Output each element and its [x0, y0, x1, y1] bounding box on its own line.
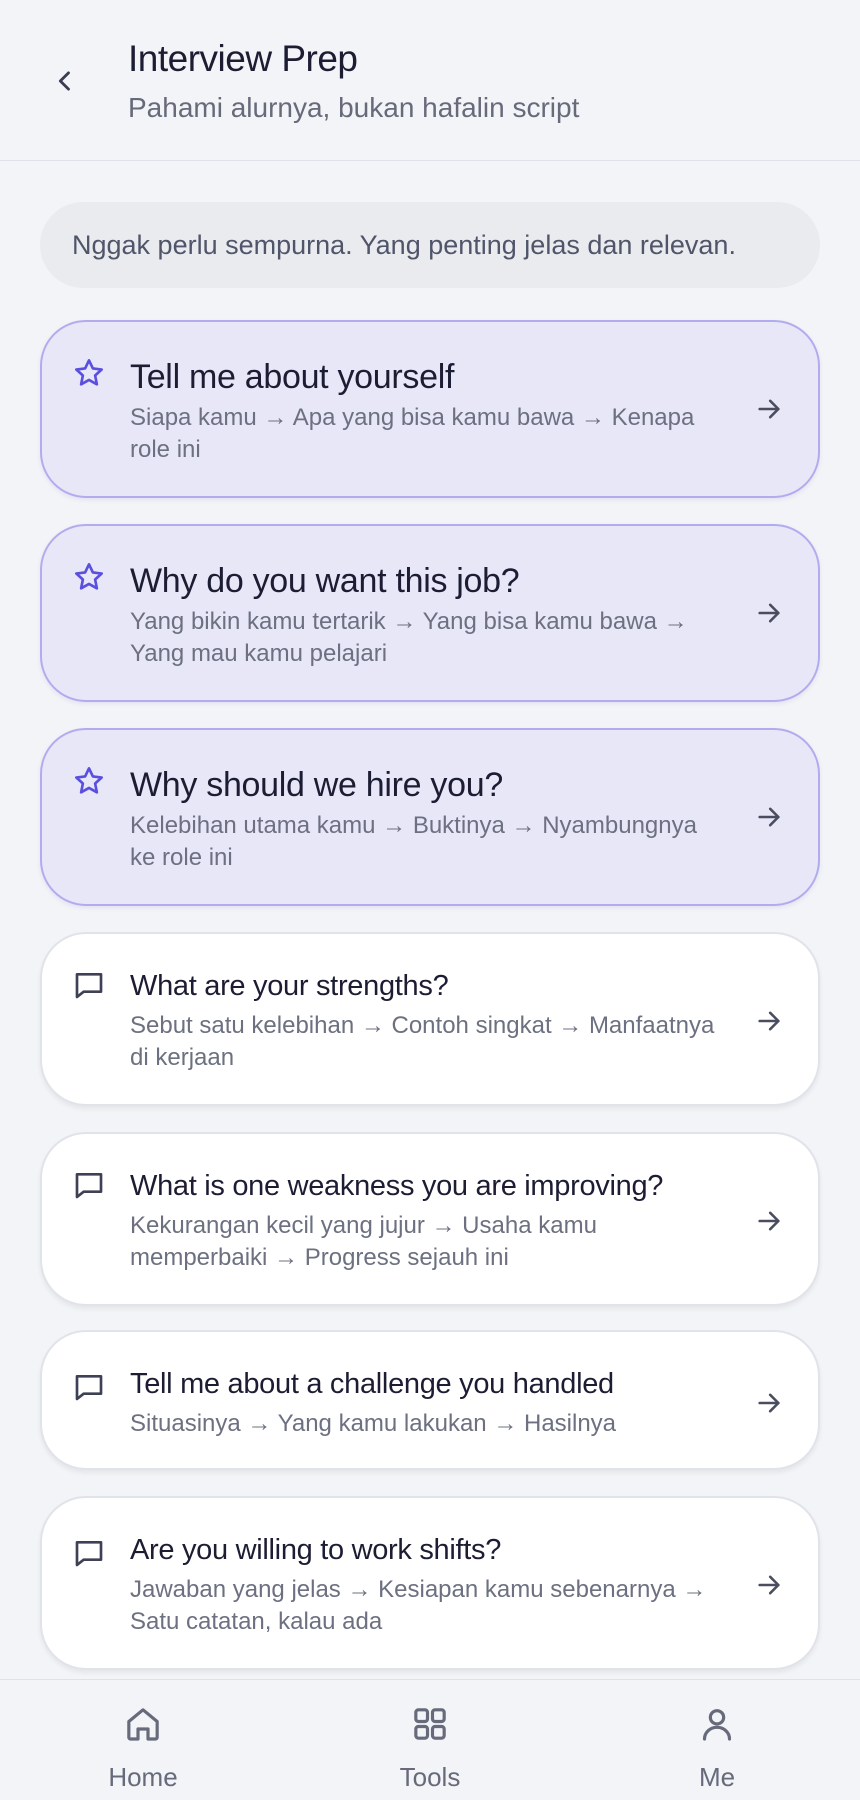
header: Interview Prep Pahami alurnya, bukan haf…	[0, 0, 860, 161]
arrow-right-icon	[752, 1204, 786, 1238]
question-desc: Siapa kamu → Apa yang bisa kamu bawa → K…	[130, 404, 695, 463]
question-title: Tell me about yourself	[130, 358, 455, 396]
question-title: Tell me about a challenge you handled	[130, 1368, 614, 1400]
arrow-right-icon	[752, 800, 786, 834]
home-icon	[121, 1702, 165, 1746]
nav-tools-label: Tools	[399, 1762, 461, 1792]
question-card-challenge[interactable]: Tell me about a challenge you handled Si…	[40, 1330, 820, 1470]
question-title: What is one weakness you are improving?	[130, 1170, 664, 1202]
arrow-right-icon	[752, 1568, 786, 1602]
page-title: Interview Prep	[128, 38, 358, 79]
bottom-nav: Home Tools Me	[0, 1679, 860, 1800]
question-desc: Yang bikin kamu tertarik → Yang bisa kam…	[130, 608, 688, 667]
user-icon	[695, 1702, 739, 1746]
tip-banner: Nggak perlu sempurna. Yang penting jelas…	[40, 202, 820, 288]
arrow-right-icon	[752, 596, 786, 630]
arrow-right-icon	[752, 1004, 786, 1038]
question-card-why-hire-you[interactable]: Why should we hire you? Kelebihan utama …	[40, 728, 820, 906]
question-title: What are your strengths?	[130, 970, 449, 1002]
question-card-weakness[interactable]: What is one weakness you are improving? …	[40, 1132, 820, 1306]
question-card-why-this-job[interactable]: Why do you want this job? Yang bikin kam…	[40, 524, 820, 702]
question-card-tell-me-about-yourself[interactable]: Tell me about yourself Siapa kamu → Apa …	[40, 320, 820, 498]
arrow-right-icon	[752, 392, 786, 426]
page-subtitle: Pahami alurnya, bukan hafalin script	[128, 92, 580, 123]
nav-me[interactable]: Me	[617, 1680, 817, 1800]
star-icon	[72, 356, 106, 390]
nav-home[interactable]: Home	[43, 1680, 243, 1800]
question-desc: Jawaban yang jelas → Kesiapan kamu seben…	[130, 1576, 707, 1635]
chevron-left-icon	[58, 71, 70, 91]
nav-me-label: Me	[698, 1762, 736, 1792]
arrow-right-icon	[752, 1386, 786, 1420]
question-card-strengths[interactable]: What are your strengths? Sebut satu kele…	[40, 932, 820, 1106]
question-card-shifts[interactable]: Are you willing to work shifts? Jawaban …	[40, 1496, 820, 1670]
nav-tools[interactable]: Tools	[330, 1680, 530, 1800]
nav-home-label: Home	[108, 1762, 178, 1792]
question-desc: Sebut satu kelebihan → Contoh singkat → …	[130, 1012, 715, 1071]
back-button[interactable]	[40, 56, 90, 106]
chat-bubble-icon	[72, 1536, 106, 1570]
chat-bubble-icon	[72, 1168, 106, 1202]
question-title: Why do you want this job?	[130, 562, 520, 600]
chat-bubble-icon	[72, 968, 106, 1002]
grid-icon	[408, 1702, 452, 1746]
question-desc: Kelebihan utama kamu → Buktinya → Nyambu…	[130, 812, 697, 871]
star-icon	[72, 560, 106, 594]
star-icon	[72, 764, 106, 798]
chat-bubble-icon	[72, 1370, 106, 1404]
question-desc: Situasinya → Yang kamu lakukan → Hasilny…	[130, 1410, 617, 1437]
question-title: Are you willing to work shifts?	[130, 1534, 502, 1566]
question-title: Why should we hire you?	[130, 766, 503, 804]
question-desc: Kekurangan kecil yang jujur → Usaha kamu…	[130, 1212, 597, 1271]
